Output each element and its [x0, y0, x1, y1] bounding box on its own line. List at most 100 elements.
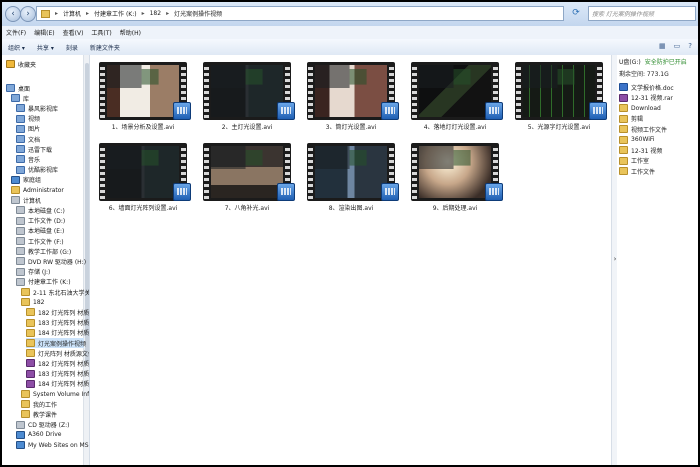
nav-item[interactable]: 182 [21, 297, 44, 307]
nav-item-label: 桌面 [18, 85, 31, 93]
side-pane-item-label: 360WiFi [631, 136, 655, 143]
nav-item[interactable]: 工作文件 (D:) [16, 216, 65, 226]
nav-item[interactable]: 183 灯光阵列 材质源文件 [26, 318, 89, 328]
organize-button[interactable]: 组织 ▾ [2, 43, 31, 52]
web-icon [16, 441, 25, 449]
nav-item-label: 灯光阵列 材质源文件 [38, 350, 90, 358]
menu-help[interactable]: 帮助(H) [116, 28, 145, 37]
free-space: 剩余空间: 773.1G [619, 71, 669, 78]
nav-item[interactable]: 2-11 东北石油大学关于组织 [21, 287, 89, 297]
nav-item[interactable]: 音乐 [16, 154, 40, 164]
media-player-icon [485, 102, 503, 120]
nav-item[interactable]: 文档 [16, 134, 40, 144]
nav-item[interactable]: 183 灯光阵列 材质源文件 [26, 369, 89, 379]
side-pane-item[interactable]: 360WiFi [619, 135, 655, 145]
nav-item[interactable]: 182 灯光阵列 材质源文件 [26, 358, 90, 368]
film-holes [412, 64, 417, 118]
nav-item[interactable]: DVD RW 驱动器 (H:) [16, 256, 86, 266]
nav-item[interactable]: 库 [11, 93, 29, 103]
nav-item[interactable]: 182 灯光阵列 材质源文件 [26, 307, 90, 317]
burn-button[interactable]: 刻录 [60, 43, 84, 52]
breadcrumb-segment[interactable]: 付建章工作 (K:) [94, 9, 137, 18]
nav-item-label: 182 灯光阵列 材质源文件 [38, 309, 90, 317]
menu-file[interactable]: 文件(F) [2, 28, 30, 37]
menu-tools[interactable]: 工具(T) [87, 28, 115, 37]
side-pane-item[interactable]: Download [619, 103, 661, 113]
breadcrumb-segment[interactable]: 计算机 [63, 9, 81, 18]
nav-item[interactable]: 教学课件 [21, 409, 57, 419]
nav-item[interactable]: 灯光案例操作视频 [26, 338, 86, 348]
back-arrow-icon[interactable]: ‹ [5, 6, 21, 22]
drive-label[interactable]: U盘(G:) [619, 57, 641, 66]
nav-item[interactable]: 本地磁盘 (E:) [16, 226, 64, 236]
nav-item[interactable]: 家庭组 [11, 175, 41, 185]
side-pane-item[interactable]: 12-31 视频 [619, 145, 662, 155]
breadcrumb-segment[interactable]: 灯光案例操作视频 [174, 9, 222, 18]
side-pane-item[interactable]: 工作室 [619, 156, 649, 166]
nav-item[interactable]: 付建章工作 (K:) [16, 277, 71, 287]
side-pane-item[interactable]: 视频工作文件 [619, 124, 667, 134]
nav-item-label: 图片 [28, 126, 41, 134]
nav-item[interactable]: 教学工作部 (G:) [16, 246, 71, 256]
nav-item[interactable]: 本地磁盘 (C:) [16, 205, 65, 215]
new-folder-button[interactable]: 新建文件夹 [84, 43, 126, 52]
cloud-icon [16, 430, 25, 439]
file-name: 2、主灯光设置.avi [221, 124, 273, 131]
nav-item[interactable]: 迅雷下载 [16, 144, 52, 154]
view-options-icon[interactable]: ▦ [659, 42, 666, 50]
breadcrumb-segment[interactable]: 182 [150, 10, 161, 17]
nav-item[interactable]: 我的工作 [21, 399, 57, 409]
library-icon [16, 145, 25, 154]
nav-item[interactable]: 优酷影视库 [16, 165, 58, 175]
folder-icon [26, 349, 35, 358]
video-preview [419, 65, 491, 117]
nav-item-label: 182 灯光阵列 材质源文件 [38, 360, 90, 368]
side-pane-item[interactable]: 剪辑 [619, 114, 643, 124]
film-holes [308, 64, 313, 118]
folder-icon [21, 390, 30, 398]
refresh-icon[interactable]: ⟳ [568, 6, 584, 21]
nav-item[interactable]: System Volume Informatio [21, 389, 89, 399]
nav-item[interactable]: 暴风影视库 [16, 103, 58, 113]
folder-icon [21, 410, 30, 419]
file-name: 3、筒灯光设置.avi [325, 124, 377, 131]
side-pane-item[interactable]: 工作文件 [619, 166, 655, 176]
nav-item[interactable]: 视频 [16, 114, 40, 124]
file-name: 8、渲染出图.avi [328, 205, 374, 212]
help-icon[interactable]: ? [688, 42, 692, 50]
command-bar: 组织 ▾ 共享 ▾ 刻录 新建文件夹 [2, 39, 698, 56]
breadcrumb[interactable]: ▸ 计算机 ▸ 付建章工作 (K:) ▸ 182 ▸ 灯光案例操作视频 [36, 6, 564, 21]
forward-arrow-icon[interactable]: › [20, 6, 36, 22]
library-icon [16, 165, 25, 174]
file-name: 4、落地灯灯光设置.avi [423, 124, 487, 131]
nav-item-label: 本地磁盘 (E:) [28, 228, 65, 236]
preview-pane-icon[interactable]: ▭ [674, 42, 681, 50]
nav-item[interactable]: 计算机 [11, 195, 41, 205]
nav-item[interactable]: CD 驱动器 (Z:) [16, 420, 69, 430]
menu-edit[interactable]: 编辑(E) [30, 28, 58, 37]
nav-item[interactable]: 存储 (J:) [16, 267, 50, 277]
security-status[interactable]: 安全防护已开启 [645, 57, 687, 66]
side-pane-item[interactable]: 文学报价格.doc [619, 82, 674, 92]
nav-item[interactable]: 184 灯光阵列 材质源文件 [26, 379, 89, 389]
nav-item-label: 家庭组 [23, 177, 42, 185]
nav-item[interactable]: 收藏夹 [6, 59, 36, 69]
nav-item[interactable]: Administrator [11, 185, 64, 195]
preview-detail [419, 146, 491, 198]
library-icon [11, 94, 20, 103]
media-player-icon [277, 102, 295, 120]
nav-item[interactable]: 工作文件 (F:) [16, 236, 64, 246]
nav-item[interactable]: 桌面 [6, 83, 30, 93]
nav-item[interactable]: 图片 [16, 124, 40, 134]
nav-item[interactable]: 灯光阵列 材质源文件 [26, 348, 90, 358]
rar-icon [26, 359, 35, 368]
nav-item[interactable]: 184 灯光阵列 材质源文件 [26, 328, 89, 338]
nav-item-label: 教学课件 [33, 411, 58, 419]
search-input[interactable]: 搜索 灯光案例操作视频 [588, 6, 696, 21]
side-pane-item[interactable]: 12-31 视频.rar [619, 93, 673, 103]
menu-view[interactable]: 查看(V) [59, 28, 88, 37]
drive-icon [16, 257, 25, 266]
share-button[interactable]: 共享 ▾ [31, 43, 60, 52]
nav-item[interactable]: My Web Sites on MSN [16, 440, 89, 450]
nav-item[interactable]: A360 Drive [16, 430, 61, 440]
